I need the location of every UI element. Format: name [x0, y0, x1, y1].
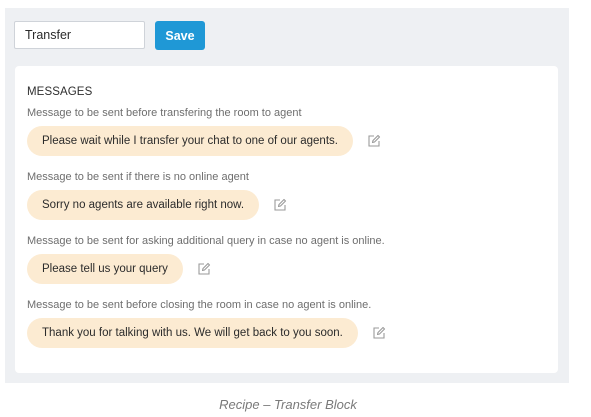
- message-bubble[interactable]: Please tell us your query: [27, 254, 183, 284]
- message-block-closing: Message to be sent before closing the ro…: [27, 297, 386, 348]
- block-editor: Save MESSAGES Message to be sent before …: [5, 8, 569, 383]
- message-block-transfer: Message to be sent before transfering th…: [27, 105, 381, 156]
- message-bubble[interactable]: Please wait while I transfer your chat t…: [27, 126, 353, 156]
- edit-icon[interactable]: [372, 326, 386, 340]
- message-label: Message to be sent before transfering th…: [27, 107, 302, 119]
- message-block-query: Message to be sent for asking additional…: [27, 233, 385, 284]
- edit-icon[interactable]: [367, 134, 381, 148]
- message-bubble[interactable]: Sorry no agents are available right now.: [27, 190, 260, 220]
- save-button[interactable]: Save: [155, 21, 205, 50]
- messages-panel: MESSAGES Message to be sent before trans…: [15, 66, 558, 373]
- message-label: Message to be sent before closing the ro…: [27, 299, 372, 311]
- block-name-input[interactable]: [14, 21, 145, 49]
- message-bubble[interactable]: Thank you for talking with us. We will g…: [27, 318, 358, 348]
- panel-title: MESSAGES: [27, 86, 93, 98]
- figure-caption: Recipe – Transfer Block: [219, 397, 357, 412]
- message-block-no-agent: Message to be sent if there is no online…: [27, 169, 287, 220]
- message-label: Message to be sent for asking additional…: [27, 235, 385, 247]
- edit-icon[interactable]: [197, 262, 211, 276]
- edit-icon[interactable]: [273, 198, 287, 212]
- message-label: Message to be sent if there is no online…: [27, 171, 249, 183]
